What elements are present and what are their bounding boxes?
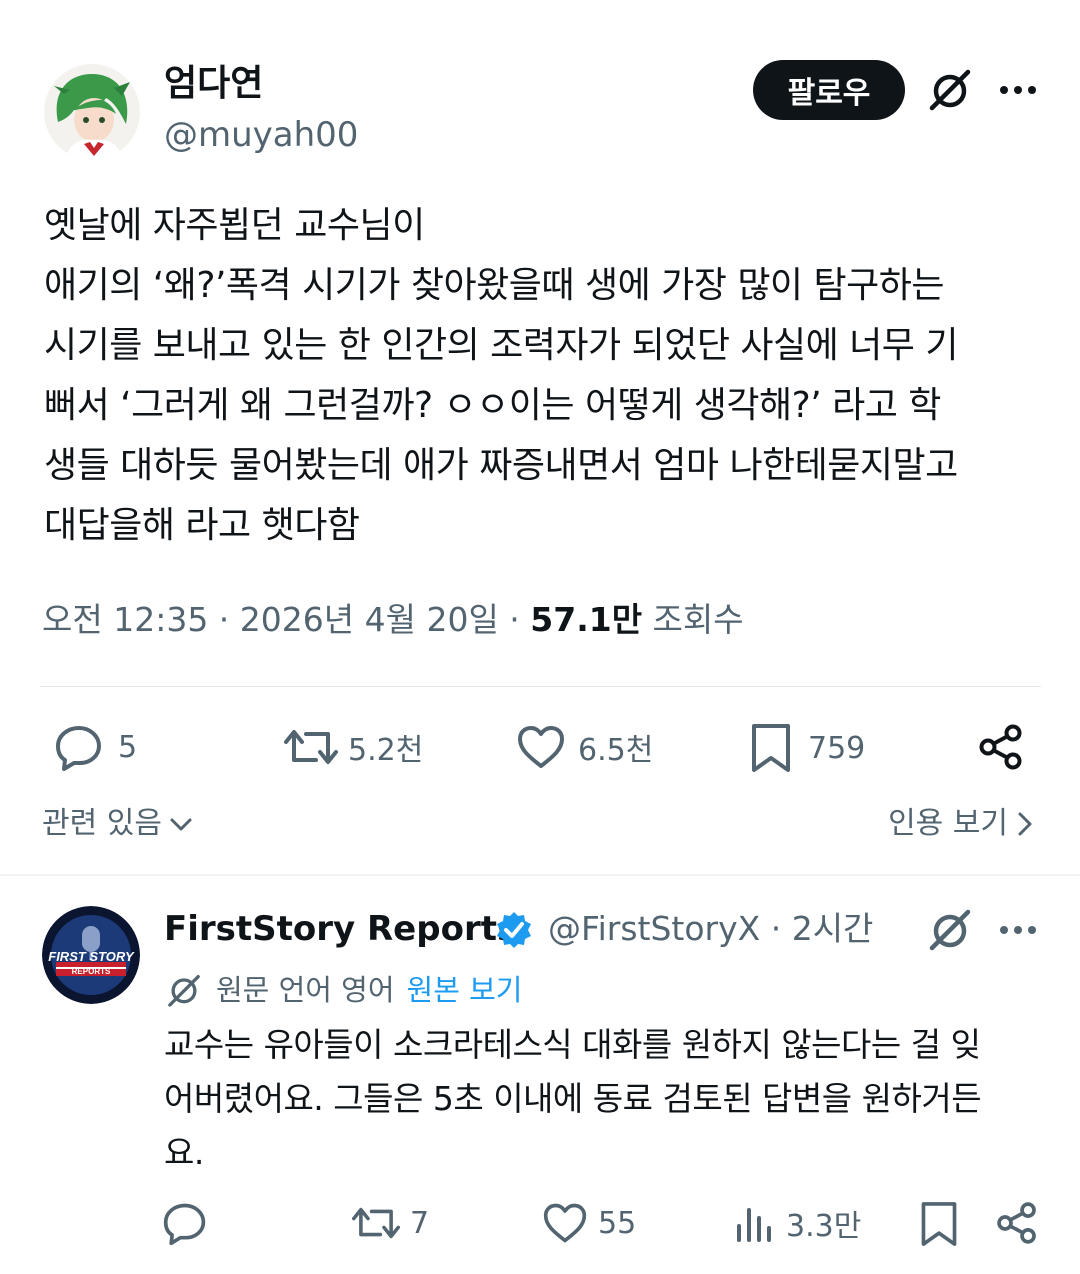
quotes-label: 인용 보기 — [888, 806, 1008, 841]
reply-bookmark-button[interactable] — [918, 1200, 960, 1248]
avatar[interactable] — [44, 64, 140, 160]
reply-views-count: 3.3만 — [786, 1209, 862, 1244]
author-handle[interactable]: @muyah00 — [164, 114, 358, 156]
bookmark-icon — [921, 1202, 957, 1246]
share-icon — [997, 1202, 1036, 1244]
reply-text-line: 교수는 유아들이 소크라테스식 대화를 원하지 않는다는 걸 잊 — [164, 1025, 981, 1064]
divider — [40, 686, 1041, 687]
related-toggle[interactable]: 관련 있음 — [42, 804, 194, 844]
tweet-text-line: 시기를 보내고 있는 한 인간의 조력자가 되었단 사실에 너무 기 — [44, 325, 959, 366]
tweet-text-line: 뻐서 ‘그러게 왜 그런걸까? ㅇㅇ이는 어떻게 생각해?’ 라고 학 — [44, 385, 941, 426]
tweet-text: 옛날에 자주뵙던 교수님이 애기의 ‘왜?’폭격 시기가 찾아왔을때 생에 가장… — [44, 196, 1044, 556]
chevron-down-icon — [170, 818, 192, 831]
logo-text-bottom: REPORTS — [72, 967, 111, 976]
repost-icon — [352, 1207, 400, 1239]
logo-text-top: FIRST STORY — [48, 949, 135, 964]
tweet-text-line: 생들 대하듯 물어봤는데 애가 짜증내면서 엄마 나한테묻지말고 — [44, 445, 958, 486]
chevron-right-icon — [1018, 812, 1032, 836]
related-label: 관련 있음 — [42, 806, 162, 841]
reply-repost-button[interactable]: 7 — [352, 1200, 429, 1246]
translation-row: 원문 언어 영어 원본 보기 — [164, 968, 522, 1012]
grok-icon[interactable] — [926, 906, 974, 954]
reply-like-button[interactable]: 55 — [542, 1200, 636, 1246]
grok-icon[interactable] — [926, 66, 974, 114]
heart-icon — [518, 726, 564, 768]
repost-button[interactable]: 5.2천 — [284, 722, 423, 772]
reply-share-button[interactable] — [994, 1200, 1040, 1246]
share-button[interactable] — [976, 722, 1026, 772]
views-label: 조회수 — [642, 600, 744, 639]
follow-button[interactable]: 팔로우 — [753, 60, 905, 120]
tweet-timestamp[interactable]: 오전 12:35 · 2026년 4월 20일 · — [42, 600, 530, 639]
reply-avatar[interactable]: FIRST STORY REPORTS — [42, 906, 140, 1004]
more-options-icon[interactable] — [996, 912, 1040, 948]
reply-icon — [163, 1203, 206, 1246]
reply-repost-count: 7 — [410, 1205, 430, 1241]
reply-display-name[interactable]: FirstStory Reports — [164, 906, 517, 952]
heart-icon — [543, 1203, 587, 1243]
analytics-icon — [737, 1208, 771, 1242]
reply-like-count: 55 — [598, 1205, 637, 1241]
reply-reply-button[interactable] — [162, 1200, 218, 1246]
repost-icon — [284, 730, 338, 764]
translation-note: 원문 언어 영어 — [216, 973, 395, 1007]
more-options-icon[interactable] — [996, 72, 1040, 108]
show-original-link[interactable]: 원본 보기 — [407, 968, 523, 1012]
like-button[interactable]: 6.5천 — [516, 722, 653, 772]
reply-count: 5 — [118, 729, 138, 765]
reply-text-line: 어버렸어요. 그들은 5초 이내에 동료 검토된 답변을 원하거든 — [164, 1079, 982, 1118]
tweet-text-line: 애기의 ‘왜?’폭격 시기가 찾아왔을때 생에 가장 많이 탐구하는 — [44, 265, 944, 306]
views-count: 57.1만 — [530, 600, 643, 639]
author-display-name[interactable]: 엄다연 — [164, 62, 263, 106]
repost-count: 5.2천 — [348, 733, 424, 768]
verified-badge-icon — [494, 910, 534, 950]
reply-button[interactable]: 5 — [54, 722, 137, 772]
reply-handle-time[interactable]: @FirstStoryX · 2시간 — [548, 906, 873, 952]
bookmark-icon — [752, 724, 790, 772]
tweet-text-line: 옛날에 자주뵙던 교수님이 — [44, 205, 425, 246]
like-count: 6.5천 — [578, 733, 654, 768]
bookmark-button[interactable]: 759 — [748, 722, 865, 774]
grok-translate-icon — [168, 975, 200, 1007]
divider — [0, 874, 1080, 876]
view-quotes-link[interactable]: 인용 보기 — [888, 804, 1034, 844]
share-icon — [979, 724, 1022, 770]
tweet-meta: 오전 12:35 · 2026년 4월 20일 · 57.1만 조회수 — [42, 598, 744, 642]
reply-icon — [56, 726, 101, 771]
tweet-text-line: 대답을해 라고 햇다함 — [44, 505, 360, 546]
reply-views-button[interactable]: 3.3만 — [734, 1200, 861, 1246]
bookmark-count: 759 — [808, 730, 866, 766]
reply-text-line: 요. — [164, 1133, 204, 1172]
reply-text: 교수는 유아들이 소크라테스식 대화를 원하지 않는다는 걸 잊 어버렸어요. … — [164, 1018, 1034, 1180]
